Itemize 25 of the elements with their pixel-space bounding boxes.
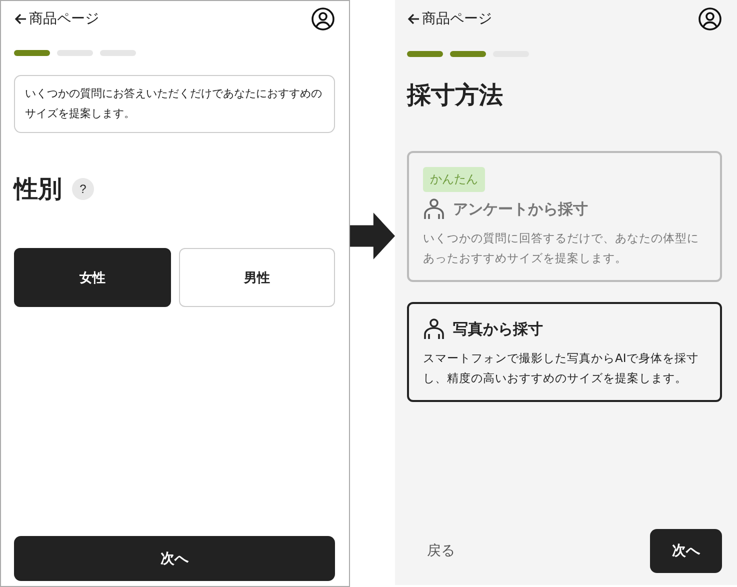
option-button[interactable]: 女性 [14, 248, 170, 307]
card-title: 写真から採寸 [453, 320, 543, 338]
back-link[interactable]: 商品ページ [407, 10, 492, 28]
profile-icon[interactable] [698, 7, 722, 31]
info-box: いくつかの質問にお答えいただくだけであなたにおすすめのサイズを提案します。 [14, 75, 335, 133]
next-button[interactable]: 次へ [650, 529, 722, 573]
next-button[interactable]: 次へ [14, 536, 335, 581]
option-card[interactable]: かんたん アンケートから採寸 いくつかの質問に回答するだけで、あなたの体型にあったおすすめサイズを提案します。 [407, 151, 722, 282]
back-link[interactable]: 商品ページ [14, 10, 99, 28]
back-arrow-icon [407, 13, 420, 25]
option-button[interactable]: 男性 [178, 248, 335, 307]
person-icon [423, 198, 445, 220]
card-description: いくつかの質問に回答するだけで、あなたの体型にあったおすすめサイズを提案します。 [423, 230, 700, 267]
profile-icon[interactable] [311, 7, 335, 31]
option-card[interactable]: 写真から採寸 スマートフォンで撮影した写真からAIで身体を採寸し、精度の高いおすすめのサイズを提案します。 [407, 302, 722, 402]
page-title: 採寸方法 [407, 80, 503, 111]
tag-badge: かんたん [423, 167, 485, 192]
page-title: 性別 [14, 174, 62, 205]
arrow-icon [350, 210, 395, 262]
card-description: スマートフォンで撮影した写真からAIで身体を採寸し、精度の高いおすすめのサイズを提案します。 [423, 350, 700, 387]
back-arrow-icon [14, 13, 27, 25]
back-button[interactable]: 戻る [407, 538, 475, 564]
card-title: アンケートから採寸 [453, 200, 588, 218]
help-button[interactable]: ? [72, 178, 94, 200]
person-icon [423, 318, 445, 340]
